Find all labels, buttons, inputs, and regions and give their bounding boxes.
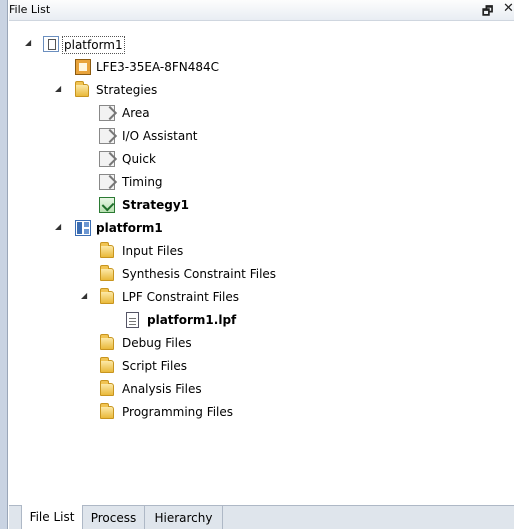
strategy-icon bbox=[99, 105, 115, 121]
strategy-label: Quick bbox=[122, 152, 156, 166]
folder-icon bbox=[100, 265, 114, 281]
tree-item-strategy-area[interactable]: Area bbox=[9, 102, 269, 124]
tree-item-strategies[interactable]: ◢ Strategies bbox=[9, 79, 269, 101]
close-icon[interactable]: ✕ bbox=[503, 1, 514, 16]
folder-icon bbox=[100, 242, 114, 258]
folder-icon bbox=[100, 288, 114, 304]
dock-edge bbox=[0, 0, 9, 529]
tree-item-input-files[interactable]: Input Files bbox=[9, 240, 309, 262]
expand-arrow-icon[interactable]: ◢ bbox=[55, 84, 65, 94]
file-icon bbox=[126, 312, 139, 328]
folder-label: Programming Files bbox=[122, 405, 234, 419]
tree-item-platform1-lpf[interactable]: platform1.lpf bbox=[9, 309, 309, 331]
device-label: LFE3-35EA-8FN484C bbox=[96, 60, 220, 74]
folder-icon bbox=[100, 334, 114, 350]
folder-label: Debug Files bbox=[122, 336, 192, 350]
tree-item-analysis-files[interactable]: Analysis Files bbox=[9, 378, 309, 400]
panel-title: File List bbox=[9, 3, 51, 16]
strategy-icon bbox=[99, 174, 115, 190]
float-window-icon[interactable]: 🗗 bbox=[482, 2, 493, 23]
strategy-icon bbox=[99, 128, 115, 144]
folder-icon bbox=[100, 357, 114, 373]
folder-icon bbox=[100, 403, 114, 419]
expand-arrow-icon[interactable]: ◢ bbox=[25, 38, 35, 48]
tree-item-strategy-quick[interactable]: Quick bbox=[9, 148, 269, 170]
project-icon bbox=[43, 36, 59, 52]
implementation-icon bbox=[75, 220, 91, 236]
folder-label: Script Files bbox=[122, 359, 187, 373]
tab-process[interactable]: Process bbox=[83, 506, 145, 529]
folder-label: Input Files bbox=[122, 244, 184, 258]
active-strategy-icon bbox=[99, 197, 115, 213]
tree-item-programming-files[interactable]: Programming Files bbox=[9, 401, 309, 423]
tab-hierarchy[interactable]: Hierarchy bbox=[145, 506, 223, 529]
tree-item-strategy-io-assistant[interactable]: I/O Assistant bbox=[9, 125, 269, 147]
tab-file-list[interactable]: File List bbox=[21, 505, 83, 529]
tree-item-device[interactable]: LFE3-35EA-8FN484C bbox=[9, 56, 309, 78]
folder-label: LPF Constraint Files bbox=[122, 290, 239, 304]
tree-item-synthesis-constraint-files[interactable]: Synthesis Constraint Files bbox=[9, 263, 349, 285]
panel-titlebar: File List 🗗 ✕ bbox=[9, 0, 514, 21]
strategy-label: Strategy1 bbox=[122, 198, 190, 212]
folder-icon bbox=[75, 81, 89, 97]
tree-item-debug-files[interactable]: Debug Files bbox=[9, 332, 309, 354]
strategy-label: I/O Assistant bbox=[122, 129, 198, 143]
tree-item-strategy-strategy1[interactable]: Strategy1 bbox=[9, 194, 269, 216]
folder-label: Analysis Files bbox=[122, 382, 202, 396]
folder-icon bbox=[100, 380, 114, 396]
strategy-label: Area bbox=[122, 106, 150, 120]
expand-arrow-icon[interactable]: ◢ bbox=[81, 291, 91, 301]
tree-item-script-files[interactable]: Script Files bbox=[9, 355, 309, 377]
expand-arrow-icon[interactable]: ◢ bbox=[55, 222, 65, 232]
tree-item-implementation[interactable]: ◢ platform1 bbox=[9, 217, 269, 239]
implementation-label: platform1 bbox=[96, 221, 163, 235]
panel-tab-bar: File List Process Hierarchy bbox=[9, 505, 514, 529]
strategy-icon bbox=[99, 151, 115, 167]
project-label: platform1 bbox=[62, 36, 125, 54]
file-label: platform1.lpf bbox=[147, 313, 237, 327]
strategies-label: Strategies bbox=[96, 83, 158, 97]
tree-item-lpf-constraint-files[interactable]: ◢ LPF Constraint Files bbox=[9, 286, 309, 308]
file-tree: ◢ platform1 LFE3-35EA-8FN484C ◢ Strategi… bbox=[9, 21, 514, 505]
folder-label: Synthesis Constraint Files bbox=[122, 267, 277, 281]
tree-item-project[interactable]: ◢ platform1 bbox=[9, 33, 269, 55]
strategy-label: Timing bbox=[122, 175, 163, 189]
device-chip-icon bbox=[75, 59, 91, 75]
tree-item-strategy-timing[interactable]: Timing bbox=[9, 171, 269, 193]
